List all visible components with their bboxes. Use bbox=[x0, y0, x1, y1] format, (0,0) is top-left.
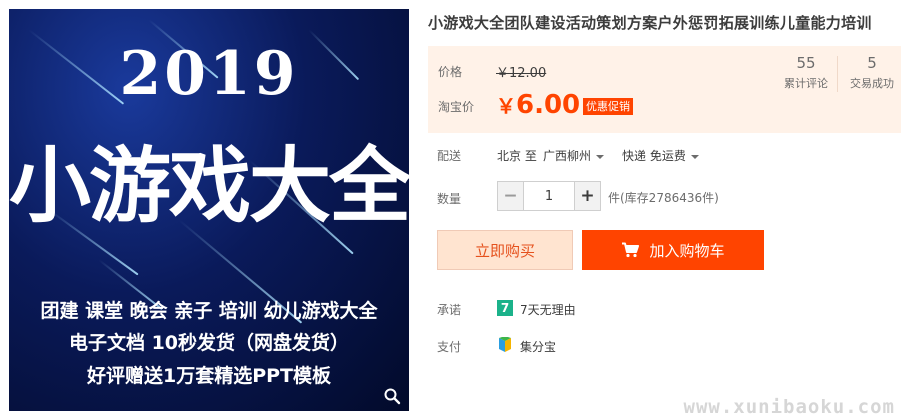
decrease-button[interactable]: − bbox=[498, 182, 524, 210]
image-title: 小游戏大全 bbox=[9, 139, 409, 234]
shipping-method-select[interactable]: 快递 免运费 bbox=[622, 147, 699, 164]
chevron-down-icon bbox=[690, 154, 699, 159]
reviews-stat[interactable]: 55 累计评论 bbox=[776, 54, 836, 91]
payment-method[interactable]: 集分宝 bbox=[520, 338, 556, 355]
deals-stat[interactable]: 5 交易成功 bbox=[842, 54, 901, 91]
chevron-down-icon bbox=[596, 154, 605, 159]
add-to-cart-button[interactable]: 加入购物车 bbox=[582, 230, 764, 270]
delivery-from: 北京 至 bbox=[497, 149, 537, 163]
promise-text[interactable]: 7天无理由 bbox=[520, 301, 576, 318]
product-title: 小游戏大全团队建设活动策划方案户外惩罚拓展训练儿童能力培训 bbox=[428, 14, 872, 32]
buy-now-button[interactable]: 立即购买 bbox=[437, 230, 573, 270]
quantity-input[interactable] bbox=[524, 182, 574, 210]
deals-label: 交易成功 bbox=[850, 77, 894, 90]
price-label: 价格 bbox=[438, 65, 463, 79]
reviews-count: 55 bbox=[796, 54, 816, 72]
delivery-destination: 广西柳州 bbox=[543, 149, 592, 163]
seven-day-return-icon: 7 bbox=[497, 300, 513, 316]
stock-info: 件(库存2786436件) bbox=[608, 191, 719, 205]
quantity-stepper: − + bbox=[497, 181, 601, 211]
delivery-label: 配送 bbox=[437, 149, 462, 163]
image-tagline-2: 电子文档 10秒发货（网盘发货） bbox=[68, 332, 350, 354]
magnifier-icon[interactable] bbox=[383, 387, 401, 405]
price-amount: 6.00 bbox=[516, 90, 581, 120]
stat-divider bbox=[837, 56, 838, 92]
taobao-price: ￥6.00 bbox=[496, 90, 580, 120]
delivery-destination-select[interactable]: 广西柳州 bbox=[543, 147, 605, 164]
image-tagline-3: 好评赠送1万套精选PPT模板 bbox=[86, 365, 332, 387]
cart-icon bbox=[622, 242, 640, 258]
price-panel: 价格 ￥12.00 淘宝价 ￥6.00 优惠促销 55 累计评论 5 交易成功 bbox=[428, 46, 901, 133]
increase-button[interactable]: + bbox=[574, 182, 600, 210]
currency-symbol: ￥ bbox=[496, 94, 516, 118]
taobao-price-label: 淘宝价 bbox=[438, 100, 475, 114]
shipping-method: 快递 免运费 bbox=[622, 149, 686, 163]
payment-label: 支付 bbox=[437, 340, 462, 354]
promo-badge[interactable]: 优惠促销 bbox=[583, 98, 633, 115]
reviews-label: 累计评论 bbox=[784, 77, 828, 90]
promise-label: 承诺 bbox=[437, 303, 462, 317]
deals-count: 5 bbox=[867, 54, 877, 72]
image-year: 2019 bbox=[119, 39, 299, 109]
add-to-cart-label: 加入购物车 bbox=[649, 241, 725, 260]
buy-now-label: 立即购买 bbox=[474, 241, 535, 260]
watermark: www.xunibaoku.com bbox=[683, 396, 895, 418]
original-price: ￥12.00 bbox=[496, 66, 547, 81]
product-image[interactable]: 2019 小游戏大全 团建 课堂 晚会 亲子 培训 幼儿游戏大全 电子文档 10… bbox=[9, 9, 409, 411]
quantity-label: 数量 bbox=[437, 192, 462, 206]
jifenbao-icon bbox=[499, 337, 511, 352]
image-tagline-1: 团建 课堂 晚会 亲子 培训 幼儿游戏大全 bbox=[40, 300, 378, 322]
